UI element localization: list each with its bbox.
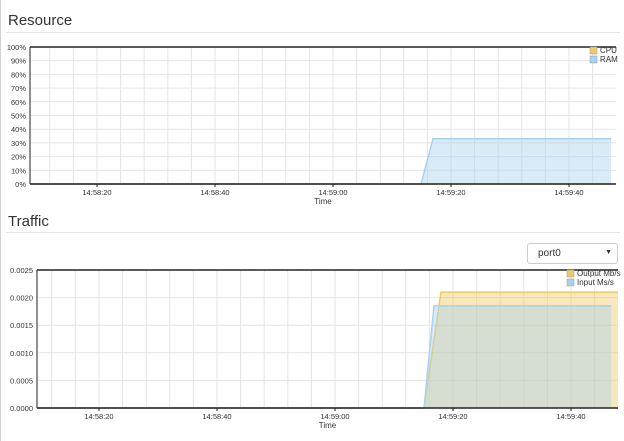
series-area-ram <box>421 138 611 184</box>
y-tick-label: 0.0025 <box>10 266 33 275</box>
y-tick-label: 70% <box>11 84 26 93</box>
resource-title: Resource <box>8 12 73 29</box>
x-tick-label: 14:58:20 <box>82 188 111 197</box>
legend-swatch <box>589 46 598 55</box>
x-tick-label: 14:58:20 <box>84 412 113 421</box>
legend-label: CPU <box>600 46 617 55</box>
x-tick-label: 14:59:20 <box>436 188 465 197</box>
legend-label: Output Mb/s <box>577 269 621 278</box>
y-tick-label: 90% <box>11 57 26 66</box>
y-tick-label: 20% <box>11 153 26 162</box>
y-tick-label: 0.0000 <box>10 404 33 413</box>
legend-label: RAM <box>600 55 618 64</box>
x-tick-label: 14:59:00 <box>320 412 349 421</box>
legend-swatch <box>589 55 598 64</box>
legend-label: Input Ms/s <box>577 278 614 287</box>
y-tick-label: 100% <box>7 43 27 52</box>
x-tick-label: 14:59:40 <box>554 188 583 197</box>
y-tick-label: 30% <box>11 139 26 148</box>
x-tick-label: 14:58:40 <box>202 412 231 421</box>
x-axis-title: Time <box>314 197 332 206</box>
resource-chart: 0% 10% 20% 30% 40% 50% 60% 70% 80% 90% 100% 14:58:2… <box>7 43 618 206</box>
x-tick-label: 14:58:40 <box>200 188 229 197</box>
y-tick-label: 60% <box>11 98 26 107</box>
traffic-title-divider <box>6 232 620 233</box>
y-tick-label: 80% <box>11 70 26 79</box>
y-tick-label: 0.0015 <box>10 321 33 330</box>
traffic-title: Traffic <box>8 213 49 230</box>
y-tick-label: 0% <box>15 180 26 189</box>
port-select[interactable]: port0 ▼ <box>527 243 618 264</box>
y-tick-label: 0.0010 <box>10 349 33 358</box>
x-tick-label: 14:59:20 <box>438 412 467 421</box>
legend-swatch <box>566 278 575 287</box>
y-tick-label: 10% <box>11 166 26 175</box>
x-axis-title: Time <box>319 421 337 430</box>
x-tick-label: 14:59:40 <box>556 412 585 421</box>
legend-swatch <box>566 269 575 278</box>
traffic-chart: 0.0000 0.0005 0.0010 0.0015 0.0020 0.0025 14:5… <box>10 266 621 430</box>
y-tick-label: 0.0005 <box>10 376 33 385</box>
x-tick-label: 14:59:00 <box>318 188 347 197</box>
y-tick-label: 40% <box>11 125 26 134</box>
y-tick-label: 0.0020 <box>10 294 33 303</box>
chevron-down-icon: ▼ <box>605 249 612 256</box>
series-area-input-ms-s <box>424 305 611 408</box>
port-select-value: port0 <box>538 248 561 259</box>
resource-title-divider <box>6 32 620 33</box>
y-tick-label: 50% <box>11 112 26 121</box>
